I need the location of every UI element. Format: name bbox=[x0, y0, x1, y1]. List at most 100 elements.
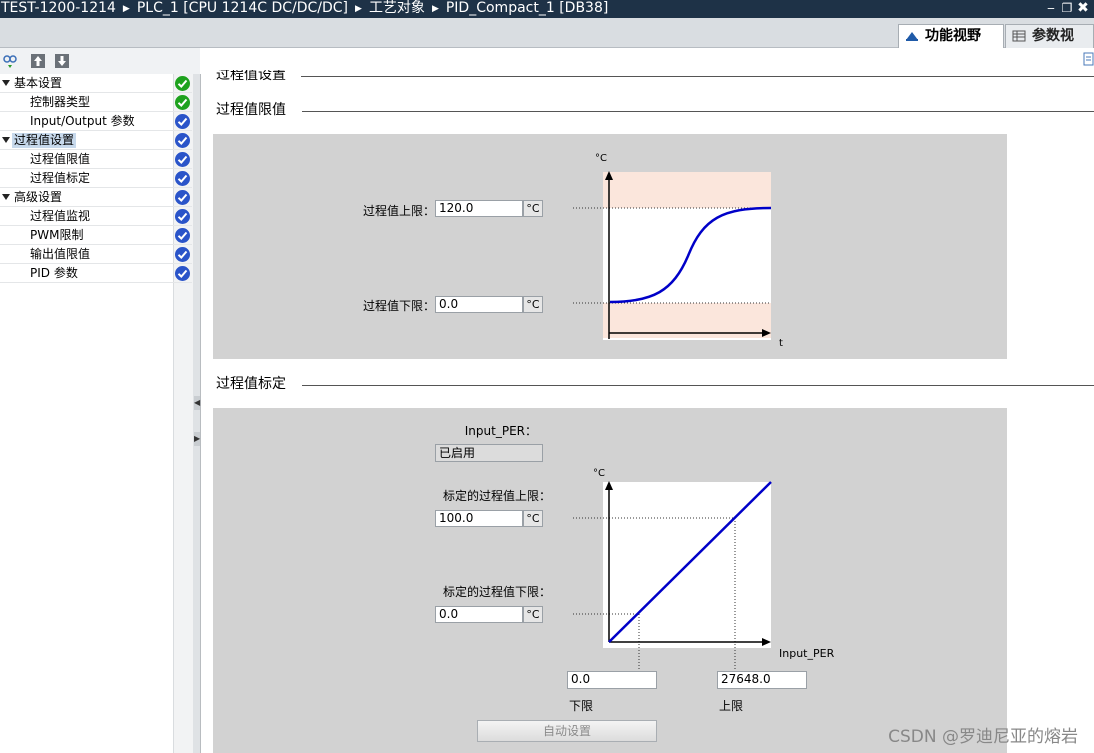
tree-item[interactable]: PID 参数 bbox=[0, 264, 192, 283]
chart-bottom-strip bbox=[603, 338, 771, 340]
scaled-lower-unit: °C bbox=[523, 606, 543, 623]
input-per-high-input[interactable]: 27648.0 bbox=[717, 671, 807, 689]
tab-functional-view[interactable]: 功能视野 bbox=[898, 24, 1004, 48]
section-divider bbox=[302, 385, 1094, 386]
process-value-scaling-chart: °C Input_PER bbox=[573, 468, 835, 670]
tree-item-label: 过程值监视 bbox=[30, 209, 91, 223]
tree-item-label: 高级设置 bbox=[14, 190, 63, 204]
status-check-icon bbox=[175, 171, 190, 186]
tree-item-label: Input/Output 参数 bbox=[30, 114, 135, 128]
expand-triangle-icon[interactable] bbox=[2, 137, 10, 143]
upper-limit-label: 过程值上限： bbox=[362, 204, 435, 218]
status-ok-icon bbox=[175, 95, 190, 110]
section-divider bbox=[302, 111, 1094, 112]
tree-item-label: 过程值设置 bbox=[12, 133, 77, 148]
parameter-view-icon bbox=[1012, 30, 1026, 42]
collapse-all-icon[interactable] bbox=[30, 53, 46, 69]
breadcrumb-project[interactable]: TEST-1200-1214 bbox=[1, 0, 116, 16]
window-title-bar: TEST-1200-1214 ▶ PLC_1 [CPU 1214C DC/DC/DC… bbox=[0, 0, 1094, 18]
lower-limit-label: 过程值下限： bbox=[362, 299, 435, 313]
navigation-toolbar bbox=[0, 48, 200, 74]
chart-y-axis-label: °C bbox=[595, 153, 607, 164]
upper-limit-input[interactable]: 120.0 bbox=[435, 200, 523, 217]
tree-item-label: PID 参数 bbox=[30, 266, 78, 280]
tab-functional-view-label: 功能视野 bbox=[925, 28, 981, 44]
tree-item[interactable]: 过程值监视 bbox=[0, 207, 192, 226]
tree-item-label: PWM限制 bbox=[30, 228, 84, 242]
expand-triangle-icon[interactable] bbox=[2, 80, 10, 86]
scaled-upper-input[interactable]: 100.0 bbox=[435, 510, 523, 527]
breadcrumb-separator-icon: ▶ bbox=[431, 4, 439, 14]
breadcrumb-technology-objects[interactable]: 工艺对象 bbox=[369, 0, 425, 16]
online-monitor-icon[interactable] bbox=[2, 53, 18, 69]
tree-item[interactable]: 控制器类型 bbox=[0, 93, 192, 112]
collapse-left-icon[interactable]: ◀ bbox=[194, 396, 200, 410]
breadcrumb-separator-icon: ▶ bbox=[355, 4, 362, 14]
tree-item[interactable]: 高级设置 bbox=[0, 188, 192, 207]
status-check-icon bbox=[175, 266, 190, 281]
tab-parameter-view[interactable]: 参数视图 bbox=[1005, 24, 1094, 66]
scaled-upper-unit: °C bbox=[523, 510, 543, 527]
tree-item[interactable]: Input/Output 参数 bbox=[0, 112, 192, 131]
tree-item[interactable]: PWM限制 bbox=[0, 226, 192, 245]
panel-menu-icon[interactable] bbox=[1083, 52, 1094, 66]
tree-item-label: 过程值限值 bbox=[30, 152, 91, 166]
expand-right-icon[interactable]: ▶ bbox=[194, 432, 200, 446]
pane-splitter[interactable]: ◀ ▶ bbox=[193, 74, 201, 753]
process-value-limits-chart: °C t bbox=[573, 153, 783, 349]
tree-item-label: 输出值限值 bbox=[30, 247, 91, 261]
scaling-panel: Input_PER： 已启用 标定的过程值上限： 100.0 °C 标定的过程值… bbox=[213, 408, 1007, 753]
input-per-status: 已启用 bbox=[435, 444, 543, 462]
status-check-icon bbox=[175, 152, 190, 167]
expand-all-icon[interactable] bbox=[54, 53, 70, 69]
parameter-navigation-tree: 基本设置控制器类型 Input/Output 参数过程值设置过程值限值过程值标定高… bbox=[0, 74, 193, 753]
tree-item[interactable]: 过程值标定 bbox=[0, 169, 192, 188]
section-divider bbox=[301, 76, 1094, 77]
section-title-process-value-settings: 过程值设置 bbox=[216, 67, 286, 83]
expand-triangle-icon[interactable] bbox=[2, 194, 10, 200]
chart-x-axis-label: t bbox=[779, 338, 783, 349]
limits-panel: 过程值上限： 120.0 °C 过程值下限： 0.0 °C °C t bbox=[213, 134, 1007, 359]
tree-item-label: 基本设置 bbox=[14, 76, 63, 90]
breadcrumb-pid-compact[interactable]: PID_Compact_1 [DB38] bbox=[446, 0, 608, 16]
status-ok-icon bbox=[175, 76, 190, 91]
breadcrumb-plc[interactable]: PLC_1 [CPU 1214C DC/DC/DC] bbox=[137, 0, 348, 16]
scaled-lower-input[interactable]: 0.0 bbox=[435, 606, 523, 623]
tree-item-label: 控制器类型 bbox=[30, 95, 91, 109]
parameter-editor: 过程值设置 过程值限值 过程值上限： 120.0 °C 过程值下限： 0.0 °… bbox=[201, 48, 1094, 753]
status-check-icon bbox=[175, 114, 190, 129]
input-per-low-label: 下限 bbox=[569, 699, 594, 713]
tree-item[interactable]: 输出值限值 bbox=[0, 245, 192, 264]
chart-x-axis-label: Input_PER bbox=[779, 647, 835, 660]
scaled-upper-label: 标定的过程值上限： bbox=[442, 489, 551, 503]
view-tab-bar: 功能视野 参数视图 bbox=[0, 18, 1094, 66]
status-check-icon bbox=[175, 247, 190, 262]
auto-setup-button[interactable]: 自动设置 bbox=[477, 720, 657, 742]
input-per-label: Input_PER： bbox=[464, 424, 537, 438]
tree-item-label: 过程值标定 bbox=[30, 171, 91, 185]
upper-limit-band bbox=[603, 172, 771, 208]
tree-item[interactable]: 过程值设置 bbox=[0, 131, 192, 150]
status-check-icon bbox=[175, 190, 190, 205]
lower-limit-input[interactable]: 0.0 bbox=[435, 296, 523, 313]
close-icon[interactable]: ✖ bbox=[1076, 0, 1090, 16]
input-per-high-label: 上限 bbox=[719, 699, 744, 713]
status-check-icon bbox=[175, 133, 190, 148]
tree-item[interactable]: 过程值限值 bbox=[0, 150, 192, 169]
section-title-process-value-limits: 过程值限值 bbox=[216, 102, 286, 118]
lower-limit-unit: °C bbox=[523, 296, 543, 313]
window-controls: ‒ ❐ ✖ bbox=[1044, 0, 1094, 18]
section-title-process-value-scaling: 过程值标定 bbox=[216, 376, 286, 392]
functional-view-icon bbox=[906, 32, 918, 41]
status-check-icon bbox=[175, 209, 190, 224]
input-per-low-input[interactable]: 0.0 bbox=[567, 671, 657, 689]
watermark: CSDN @罗迪尼亚的熔岩 bbox=[888, 727, 1078, 747]
status-check-icon bbox=[175, 228, 190, 243]
restore-icon[interactable]: ❐ bbox=[1060, 0, 1074, 16]
tree-item[interactable]: 基本设置 bbox=[0, 74, 192, 93]
upper-limit-unit: °C bbox=[523, 200, 543, 217]
breadcrumb-separator-icon: ▶ bbox=[122, 4, 130, 14]
minimize-icon[interactable]: ‒ bbox=[1044, 0, 1058, 16]
chart-y-axis-label: °C bbox=[593, 468, 605, 479]
scaled-lower-label: 标定的过程值下限： bbox=[442, 585, 551, 599]
